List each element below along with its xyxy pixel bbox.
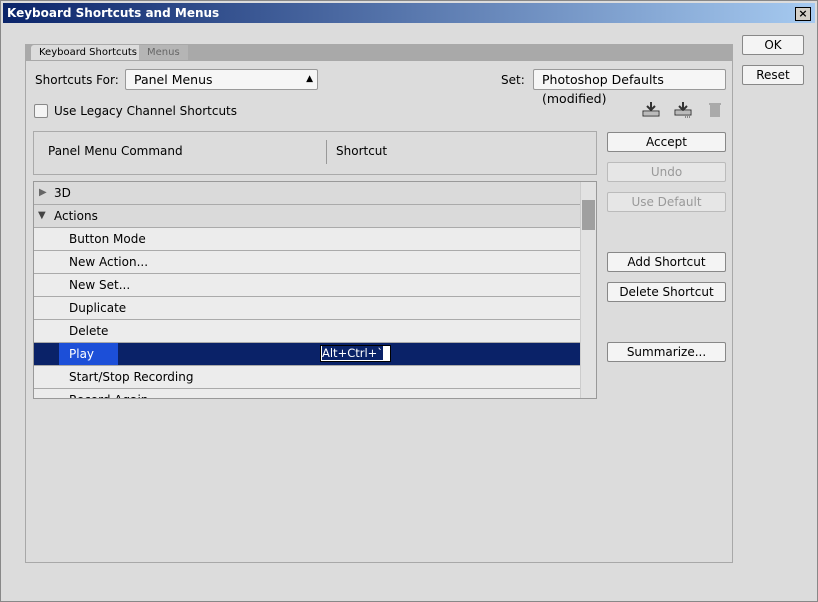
table-row[interactable]: New Action... [34,251,581,274]
summarize-button[interactable]: Summarize... [607,342,726,362]
set-label: Set: [501,73,525,87]
tab-keyboard-shortcuts[interactable]: Keyboard Shortcuts [31,45,145,60]
group-row-3d[interactable]: ▶ 3D [34,182,581,205]
column-header-shortcut: Shortcut [336,144,388,158]
row-label: 3D [54,186,71,200]
accept-button[interactable]: Accept [607,132,726,152]
collapse-arrow-icon: ▼ [38,210,46,221]
row-label: Start/Stop Recording [69,370,194,384]
updown-arrow-icon: ▲ [306,74,313,84]
table-row[interactable]: Delete [34,320,581,343]
dialog-title: Keyboard Shortcuts and Menus [7,6,220,20]
row-label: New Action... [69,255,149,269]
table-row[interactable]: Record Again... [34,389,581,398]
scrollbar-thumb[interactable] [582,200,595,230]
use-default-button[interactable]: Use Default [607,192,726,212]
delete-set-icon[interactable] [706,101,724,119]
shortcut-input[interactable]: Alt+Ctrl+` [320,345,391,362]
group-row-actions[interactable]: ▼ Actions [34,205,581,228]
row-label: Delete [69,324,109,338]
legacy-channel-checkbox[interactable] [34,104,48,118]
command-list: ▶ 3D ▼ Actions Button Mode New Action... N… [33,181,597,399]
row-label: Button Mode [69,232,146,246]
ok-button[interactable]: OK [742,35,804,55]
shortcuts-for-select[interactable]: Panel Menus ▲ [125,69,318,90]
row-label: Play [59,343,118,365]
table-row-selected[interactable]: Play Alt+Ctrl+` [34,343,581,366]
column-divider [326,140,327,164]
row-label: New Set... [69,278,131,292]
save-set-icon[interactable] [642,101,660,119]
table-row[interactable]: Button Mode [34,228,581,251]
delete-shortcut-button[interactable]: Delete Shortcut [607,282,726,302]
row-label: Record Again... [69,389,160,398]
shortcut-value: Alt+Ctrl+` [322,346,384,360]
title-bar: Keyboard Shortcuts and Menus × [3,3,815,23]
row-label: Actions [54,209,98,223]
legacy-channel-label: Use Legacy Channel Shortcuts [54,104,238,118]
table-row[interactable]: New Set... [34,274,581,297]
table-row[interactable]: Duplicate [34,297,581,320]
tab-menus[interactable]: Menus [139,45,188,60]
table-row[interactable]: Start/Stop Recording [34,366,581,389]
scrollbar[interactable] [580,182,596,398]
shortcuts-for-label: Shortcuts For: [35,73,119,87]
undo-button[interactable]: Undo [607,162,726,182]
reset-button[interactable]: Reset [742,65,804,85]
close-button[interactable]: × [795,7,811,21]
save-set-as-icon[interactable] [674,101,692,119]
dialog-window: Keyboard Shortcuts and Menus × Keyboard … [0,0,818,602]
expand-arrow-icon: ▶ [39,187,47,198]
set-select[interactable]: Photoshop Defaults (modified) [533,69,726,106]
column-header-command: Panel Menu Command [48,144,183,158]
row-label: Duplicate [69,301,127,315]
add-shortcut-button[interactable]: Add Shortcut [607,252,726,272]
table-header: Panel Menu Command Shortcut [33,131,597,175]
shortcuts-for-value: Panel Menus [134,72,213,87]
